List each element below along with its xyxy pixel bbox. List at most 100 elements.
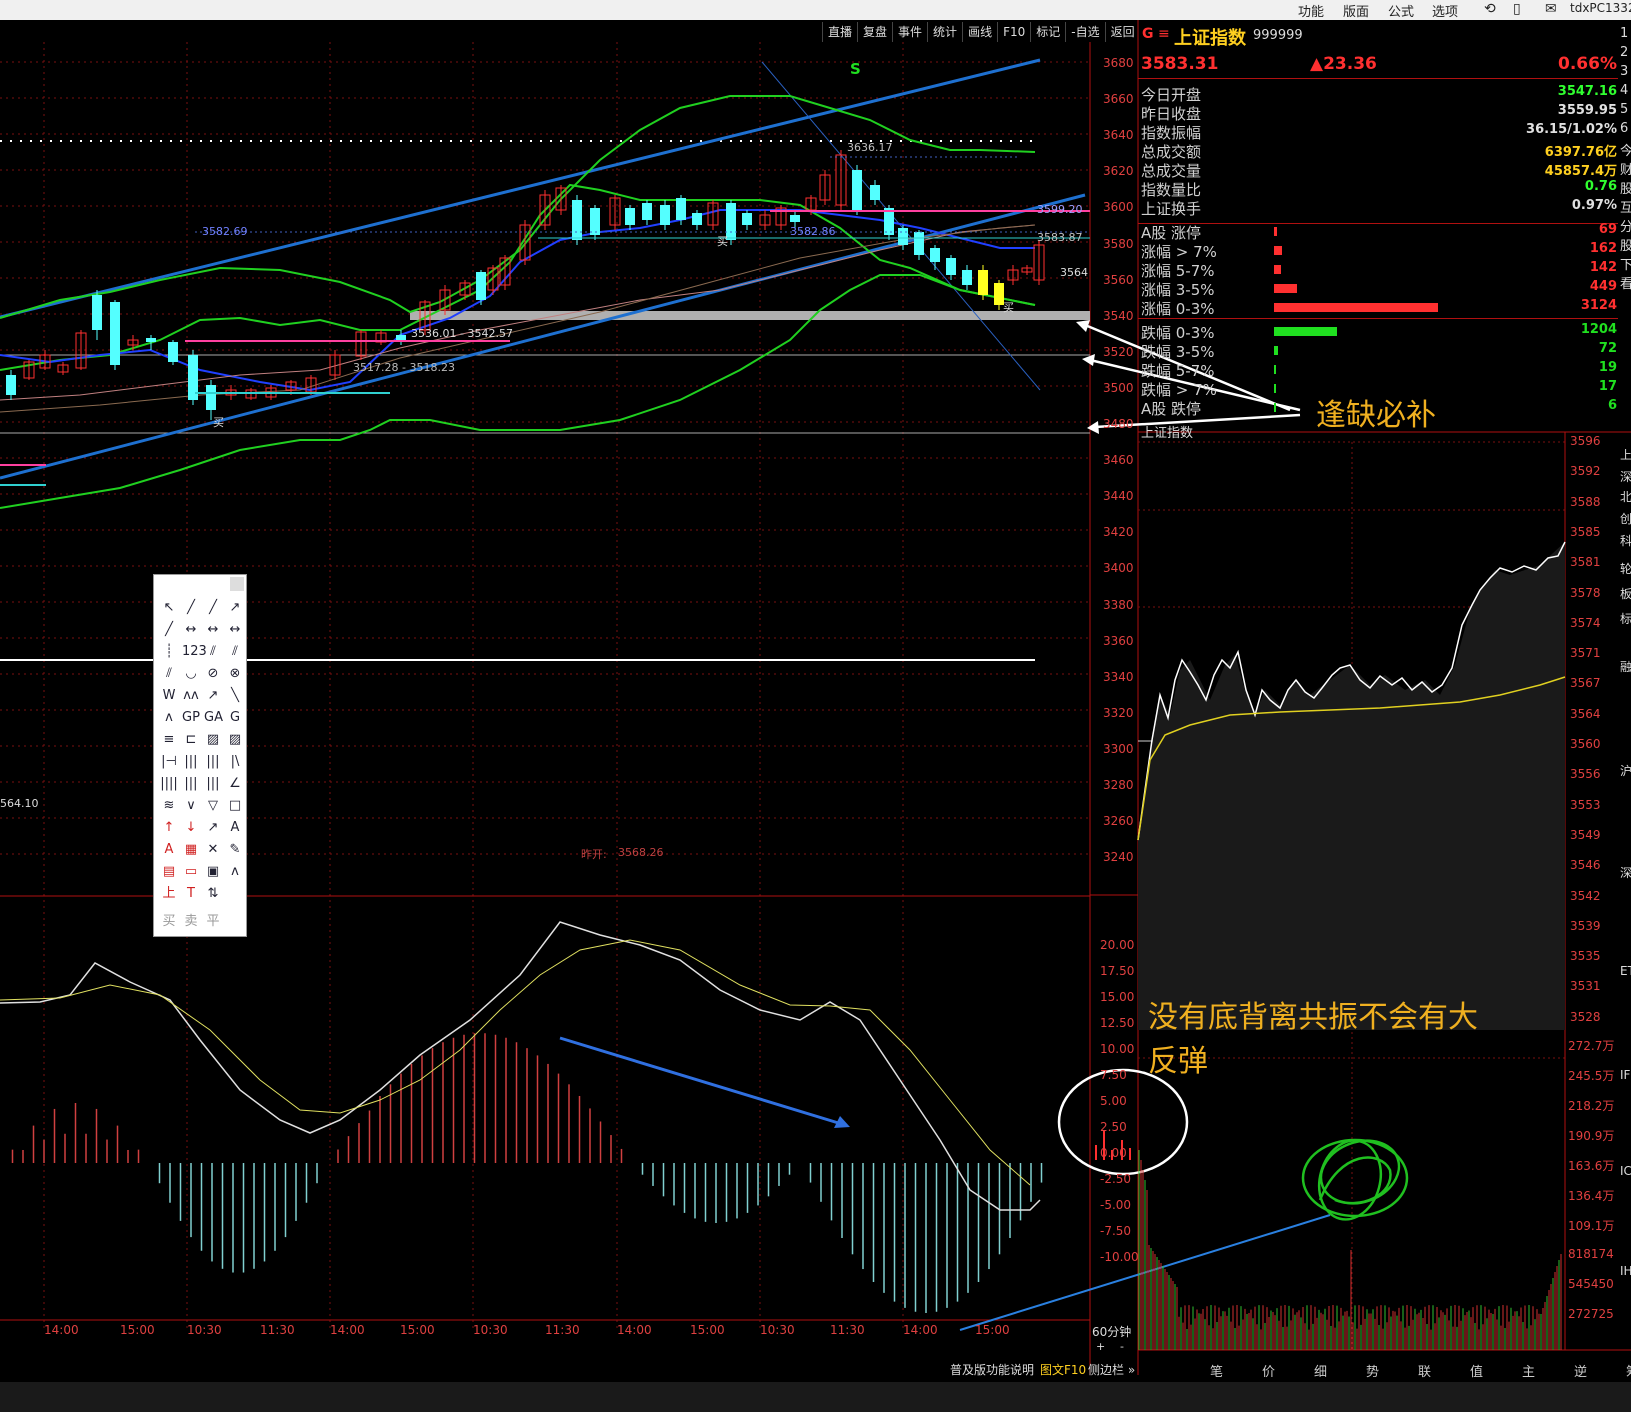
draw-tool-icon[interactable]: ʌʌ — [182, 687, 200, 705]
draw-tool-icon[interactable]: ◡ — [182, 665, 200, 683]
right-edge-tab[interactable]: 分 — [1620, 216, 1631, 235]
draw-tool-icon[interactable]: ∠ — [226, 775, 244, 793]
draw-tool-icon[interactable]: ▭ — [182, 863, 200, 881]
right-edge-tab[interactable]: 2 — [1620, 45, 1628, 60]
right-edge-tab[interactable]: 6 — [1620, 121, 1628, 136]
bottom-tab[interactable]: 筹 — [1626, 1361, 1631, 1380]
quote-prefix-menu-icon[interactable]: ≡ — [1158, 26, 1170, 42]
draw-tool-icon[interactable]: ⊗ — [226, 665, 244, 683]
draw-tool-icon[interactable]: ╲ — [226, 687, 244, 705]
draw-tool-icon[interactable]: |⊣ — [160, 753, 178, 771]
right-edge-tab[interactable]: 5 — [1620, 102, 1628, 117]
right-edge-tab[interactable]: IF — [1620, 1068, 1630, 1082]
zoom-out-button[interactable]: - — [1120, 1340, 1124, 1353]
draw-tool-icon[interactable]: G — [226, 709, 244, 727]
draw-tool-icon[interactable]: A — [160, 841, 178, 859]
draw-tool-icon[interactable]: GP — [182, 709, 200, 727]
right-edge-tab[interactable]: 3 — [1620, 64, 1628, 79]
draw-tool-icon[interactable]: ↔ — [182, 621, 200, 639]
bottom-tab[interactable]: 联 — [1418, 1361, 1431, 1380]
bottom-tab[interactable]: 细 — [1314, 1361, 1327, 1380]
sidebar-toggle[interactable]: 侧边栏 » — [1088, 1361, 1135, 1378]
right-edge-tab[interactable]: 板 — [1620, 585, 1631, 602]
bottom-tab[interactable]: 主 — [1522, 1361, 1535, 1380]
draw-tool-icon[interactable]: ↔ — [204, 621, 222, 639]
draw-tool-icon[interactable]: ʌ — [226, 863, 244, 881]
draw-tool-icon[interactable]: ||| — [204, 775, 222, 793]
draw-tool-icon[interactable]: ↓ — [182, 819, 200, 837]
bottom-tab[interactable]: 势 — [1366, 1361, 1379, 1380]
draw-tool-icon[interactable]: GA — [204, 709, 223, 727]
draw-tool-flat[interactable]: 平 — [204, 913, 222, 931]
draw-tool-icon[interactable]: ||| — [182, 775, 200, 793]
draw-tool-icon[interactable]: ▤ — [160, 863, 178, 881]
draw-tool-icon[interactable]: ▦ — [182, 841, 200, 859]
draw-tool-icon[interactable]: ▨ — [226, 731, 244, 749]
palette-close-button[interactable] — [230, 577, 244, 591]
right-edge-tab[interactable]: 轮 — [1620, 560, 1631, 577]
right-edge-tab[interactable]: 上 — [1620, 446, 1631, 463]
bottom-tab[interactable]: 值 — [1470, 1361, 1483, 1380]
right-edge-tab[interactable]: 股 — [1620, 178, 1631, 197]
right-edge-tab[interactable]: 互 — [1620, 197, 1631, 216]
draw-tool-icon[interactable]: ↗ — [204, 819, 222, 837]
right-edge-tab[interactable]: 融 — [1620, 658, 1631, 675]
right-edge-tab[interactable]: IC — [1620, 1164, 1631, 1178]
draw-tool-icon[interactable]: ≡ — [160, 731, 178, 749]
right-edge-tab[interactable]: 深 — [1620, 468, 1631, 485]
right-edge-tab[interactable]: 深 — [1620, 864, 1631, 881]
draw-tool-icon[interactable]: ⫽ — [204, 643, 222, 661]
period-label[interactable]: 60分钟 — [1092, 1323, 1131, 1340]
draw-tool-icon[interactable]: ╱ — [182, 599, 200, 617]
right-edge-tab[interactable]: 股 — [1620, 235, 1631, 254]
right-edge-tab[interactable]: 今 — [1620, 140, 1631, 159]
draw-tool-icon[interactable]: ✕ — [204, 841, 222, 859]
draw-tool-icon[interactable]: ▽ — [204, 797, 222, 815]
draw-tool-icon[interactable]: ╱ — [204, 599, 222, 617]
draw-tool-icon[interactable]: T — [182, 885, 200, 903]
draw-tool-icon[interactable]: ⇅ — [204, 885, 222, 903]
draw-tool-sell[interactable]: 卖 — [182, 913, 200, 931]
draw-tool-icon[interactable]: ⊏ — [182, 731, 200, 749]
right-edge-tab[interactable]: 创 — [1620, 510, 1631, 527]
right-edge-tab[interactable]: 1 — [1620, 26, 1628, 41]
right-edge-tab[interactable]: 看 — [1620, 273, 1631, 292]
right-edge-tab[interactable]: 标 — [1620, 610, 1631, 627]
bottom-tab[interactable]: 价 — [1262, 1361, 1275, 1380]
draw-tool-icon[interactable]: ʌ — [160, 709, 178, 727]
draw-tool-icon[interactable]: 123 — [182, 643, 207, 661]
bottom-tab[interactable]: 逆 — [1574, 1361, 1587, 1380]
draw-tool-icon[interactable]: |\ — [226, 753, 244, 771]
draw-tool-icon[interactable]: ↖ — [160, 599, 178, 617]
draw-tool-icon[interactable]: ↔ — [226, 621, 244, 639]
draw-tool-icon[interactable]: ⊘ — [204, 665, 222, 683]
draw-tool-icon[interactable]: ▨ — [204, 731, 222, 749]
bottom-tab[interactable]: 笔 — [1210, 1361, 1223, 1380]
draw-tool-buy[interactable]: 买 — [160, 913, 178, 931]
draw-tool-icon[interactable]: W — [160, 687, 178, 705]
draw-tool-icon[interactable]: ||| — [182, 753, 200, 771]
right-edge-tab[interactable]: 财 — [1620, 159, 1631, 178]
right-edge-tab[interactable]: 科 — [1620, 532, 1631, 549]
right-edge-tab[interactable]: 4 — [1620, 83, 1628, 98]
draw-tool-icon[interactable]: □ — [226, 797, 244, 815]
draw-tool-icon[interactable]: ⫽ — [226, 643, 244, 661]
draw-tool-icon[interactable]: ▣ — [204, 863, 222, 881]
draw-tool-icon[interactable]: ∨ — [182, 797, 200, 815]
draw-tool-icon[interactable]: ✎ — [226, 841, 244, 859]
right-edge-tab[interactable]: IH — [1620, 1264, 1631, 1278]
draw-tool-icon[interactable]: ⫽ — [160, 665, 178, 683]
draw-tool-icon[interactable]: ≋ — [160, 797, 178, 815]
right-edge-tab[interactable]: 下 — [1620, 254, 1631, 273]
zoom-in-button[interactable]: + — [1096, 1340, 1105, 1353]
draw-tool-icon[interactable]: 上 — [160, 885, 178, 903]
draw-tool-icon[interactable]: |||| — [160, 775, 178, 793]
draw-tool-icon[interactable]: ||| — [204, 753, 222, 771]
right-edge-tab[interactable]: 沪 — [1620, 762, 1631, 779]
right-edge-tab[interactable]: 北 — [1620, 488, 1631, 505]
f10-link[interactable]: 图文F10 — [1040, 1361, 1086, 1378]
right-edge-tab[interactable]: ET — [1620, 964, 1631, 978]
draw-tool-icon[interactable]: ↗ — [204, 687, 222, 705]
help-link[interactable]: 普及版功能说明 — [950, 1361, 1034, 1378]
draw-tool-icon[interactable]: ↑ — [160, 819, 178, 837]
